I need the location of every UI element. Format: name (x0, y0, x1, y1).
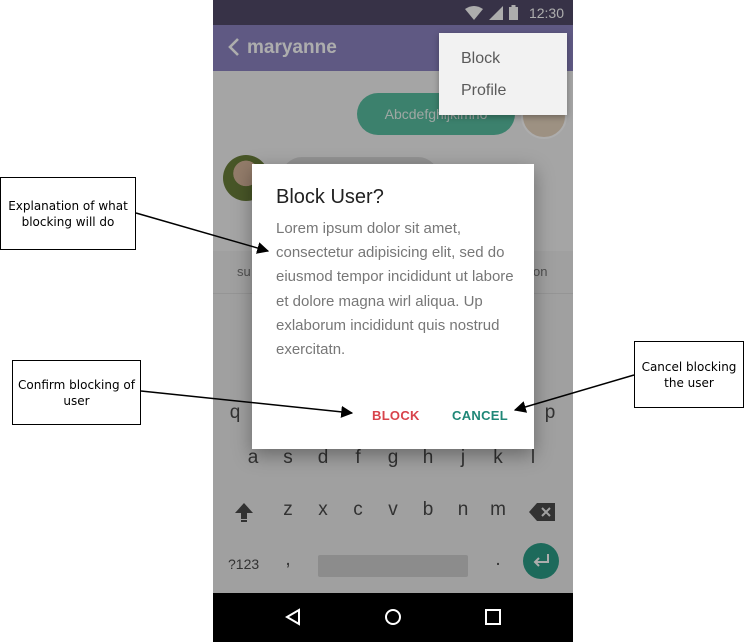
phone-screen: 12:30 maryanne Abcdefghijklmno su on q p (213, 0, 573, 642)
annotation-confirm: Confirm blocking of user (12, 360, 141, 425)
block-button[interactable]: BLOCK (372, 408, 420, 423)
system-nav-bar (213, 593, 573, 642)
nav-back-icon[interactable] (285, 608, 301, 626)
annotation-explanation: Explanation of what blocking will do (0, 177, 136, 250)
nav-home-icon[interactable] (384, 608, 402, 626)
dialog-message: Lorem ipsum dolor sit amet, consectetur … (276, 220, 514, 359)
dialog-title: Block User? (276, 186, 384, 208)
annotation-cancel: Cancel blocking the user (634, 341, 744, 408)
block-user-dialog: Block User? Lorem ipsum dolor sit amet, … (252, 164, 534, 449)
menu-item-block[interactable]: Block (461, 50, 500, 68)
nav-recents-icon[interactable] (485, 609, 501, 625)
menu-item-profile[interactable]: Profile (461, 82, 506, 100)
cancel-button[interactable]: CANCEL (452, 408, 508, 423)
overflow-menu: Block Profile (439, 33, 567, 115)
